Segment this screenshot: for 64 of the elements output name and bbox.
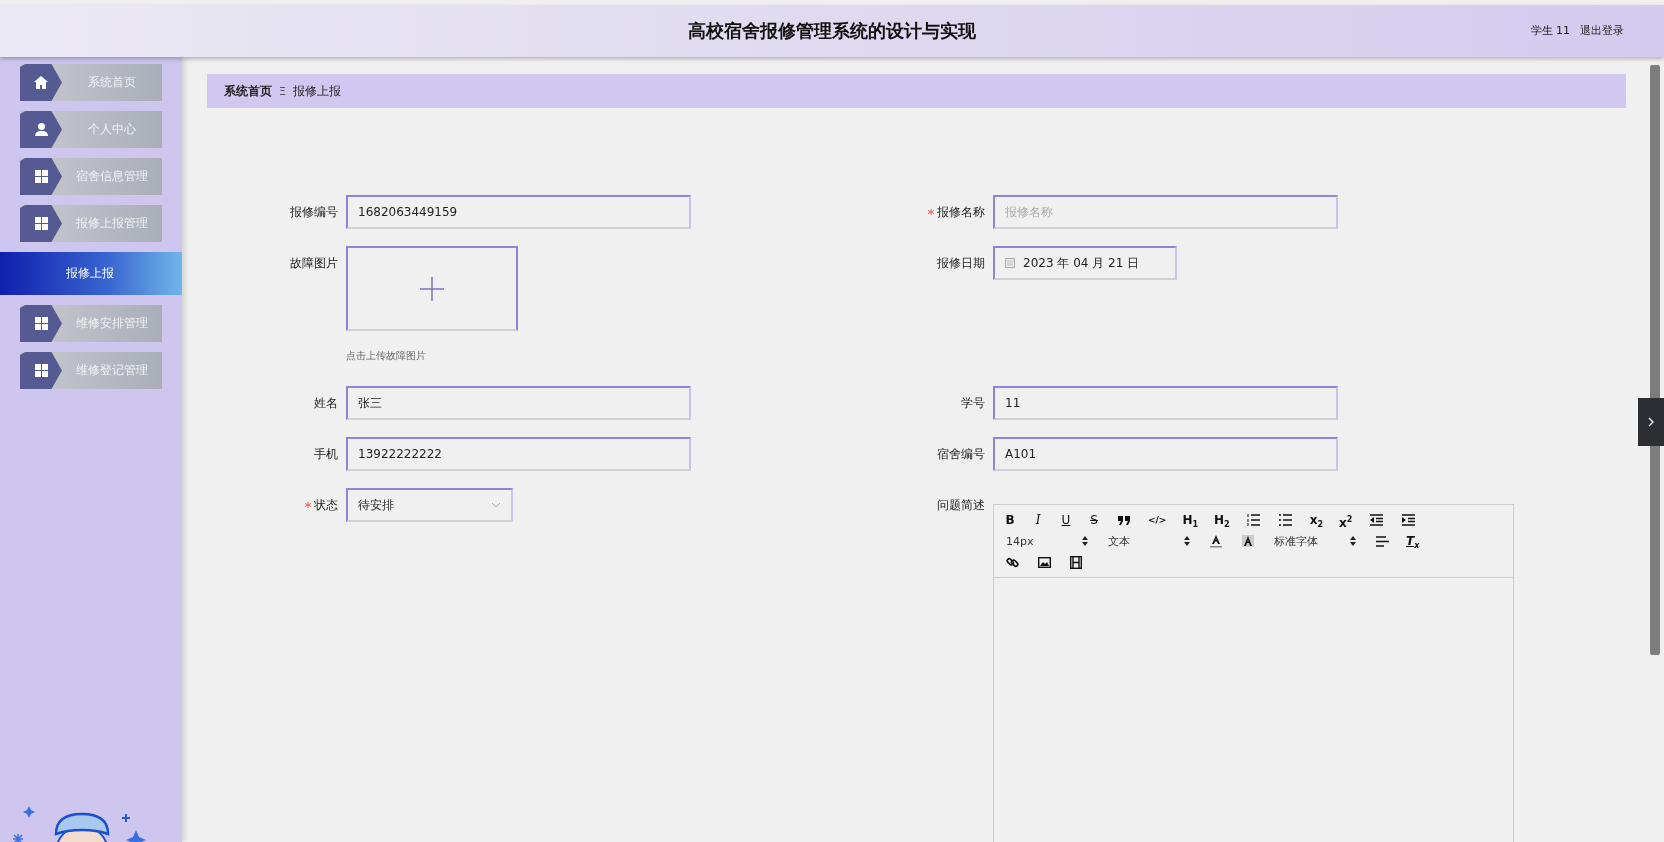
user-icon [34,123,48,136]
format-button[interactable]: x$^{2}$ [1336,510,1355,530]
field-label: 宿舍编号 [937,445,985,463]
link-icon [1005,555,1019,569]
field-label: 故障图片 [290,254,338,272]
text-field[interactable]: 张三 [346,386,691,420]
film-icon [1070,555,1082,569]
breadcrumb-item[interactable]: 报修上报 [292,82,341,100]
field-label: 报修日期 [937,254,985,272]
field-label: 手机 [314,445,338,463]
field-label: 报修编号 [290,203,338,221]
plus-icon [420,276,444,301]
logout-link[interactable]: 退出登录 [1580,23,1624,38]
side-panel-toggle[interactable] [1638,398,1664,446]
grid-icon [34,170,48,183]
date-field[interactable]: 2023 年 04 月 21 日 [993,246,1177,280]
outdent-icon [1369,514,1383,526]
field-label: 状态 [314,496,338,514]
user-name: 学生 11 [1530,23,1570,38]
quote-icon [1118,515,1130,525]
text-field[interactable]: A101 [993,437,1338,471]
toolbar-dropdown[interactable]: 14px [1002,531,1092,551]
status-select[interactable]: 待安排 [346,488,513,522]
numbered-list-icon [1247,514,1261,526]
grid-icon [34,217,48,230]
upload-hint: 点击上传故障图片 [346,349,427,363]
toolbar-dropdown[interactable]: 文本 [1104,531,1194,551]
field-label: 学号 [961,394,985,412]
upload-box[interactable] [346,246,518,331]
format-button[interactable]: H$_{2}$ [1212,510,1232,530]
chevron-down-icon [491,502,501,508]
format-button[interactable]: I [1030,510,1046,530]
breadcrumb-item[interactable]: 系统首页 [224,82,272,100]
bullet-list-icon [1279,514,1293,526]
format-button[interactable]: x$_{2}$ [1307,510,1325,530]
format-button[interactable]: T$_{x}$ [1404,531,1422,551]
text-field[interactable]: 11 [993,386,1338,420]
indent-icon [1401,514,1415,526]
app-title: 高校宿舍报修管理系统的设计与实现 [688,19,976,43]
up-down-icon [1184,536,1190,546]
calendar-icon [1005,258,1015,268]
format-button[interactable]: S [1086,510,1102,530]
highlight-icon [1242,535,1254,547]
format-button[interactable]: B [1002,510,1018,530]
up-down-icon [1350,536,1356,546]
sidebar-subitem[interactable]: 报修上报 [0,252,182,295]
format-button[interactable]: H$_{1}$ [1180,510,1200,530]
text-field[interactable]: 1682063449159 [346,195,691,229]
home-icon [34,76,48,89]
format-button[interactable]: </> [1146,510,1169,530]
up-down-icon [1082,536,1088,546]
chevron-right-icon [1648,417,1654,427]
field-label: 报修名称 [937,203,985,221]
field-label: 姓名 [314,394,338,412]
format-button[interactable]: U [1058,510,1074,530]
grid-icon [34,317,48,330]
image-icon [1037,556,1051,568]
text-field[interactable]: 13922222222 [346,437,691,471]
breadcrumb-separator: Ξ [279,84,286,98]
field-label: 问题简述 [937,496,985,514]
font-color-icon [1210,534,1222,548]
align-icon [1375,535,1389,547]
toolbar-dropdown[interactable]: 标准字体 [1270,531,1360,551]
grid-icon [34,364,48,377]
